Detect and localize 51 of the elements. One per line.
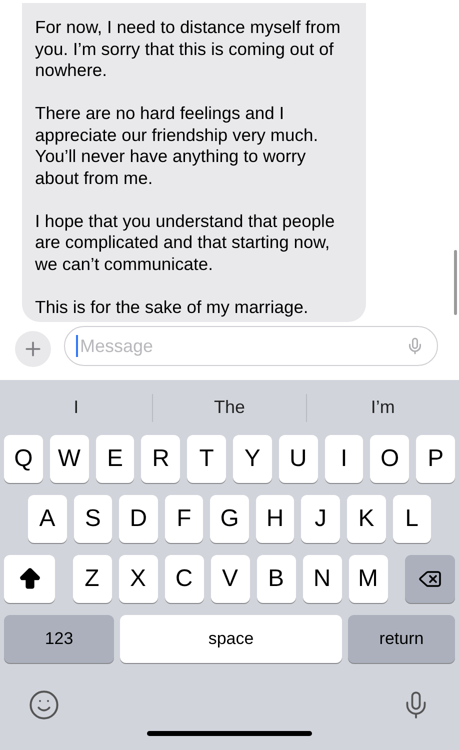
key[interactable]: F	[164, 495, 204, 543]
key[interactable]: U	[278, 435, 318, 483]
key[interactable]: B	[256, 555, 296, 603]
key[interactable]: M	[348, 555, 388, 603]
message-text: you. I’m sorry that this is coming out of	[35, 38, 335, 60]
message-text: You’ll never have anything to worry	[35, 146, 307, 168]
key[interactable]: L	[392, 495, 432, 543]
message-text: I hope that you understand that people	[35, 210, 336, 232]
message-text: are complicated and that starting now,	[35, 232, 331, 254]
key[interactable]: E	[96, 435, 134, 483]
message-text: about from me.	[35, 168, 154, 189]
scroll-indicator	[454, 250, 457, 315]
key[interactable]: C	[164, 555, 204, 603]
key[interactable]: R	[141, 435, 180, 483]
key[interactable]: X	[118, 555, 158, 603]
space-key[interactable]: space	[120, 615, 342, 663]
key[interactable]: I	[324, 435, 364, 483]
microphone-icon	[406, 337, 424, 355]
key[interactable]: Q	[4, 435, 43, 483]
message-text: There are no hard feelings and I	[35, 103, 286, 124]
add-button[interactable]	[15, 331, 51, 367]
key[interactable]: 123	[4, 615, 114, 663]
message-field[interactable]: Message	[64, 326, 438, 366]
key[interactable]: Y	[232, 435, 272, 483]
shift-key[interactable]	[4, 555, 55, 603]
emoji-icon[interactable]	[28, 689, 60, 721]
suggestion[interactable]: The	[214, 394, 245, 421]
text-cursor	[76, 335, 78, 357]
key[interactable]: return	[348, 615, 455, 663]
suggestion[interactable]: I’m	[370, 394, 395, 421]
message-text: we can’t communicate.	[35, 254, 214, 275]
key[interactable]: T	[187, 435, 226, 483]
key[interactable]: D	[119, 495, 158, 543]
key[interactable]: Z	[72, 555, 112, 603]
key[interactable]: H	[256, 495, 294, 543]
message-text: appreciate our friendship very much.	[35, 124, 320, 146]
key[interactable]: P	[416, 435, 455, 483]
key[interactable]: O	[370, 435, 410, 483]
key[interactable]: W	[50, 435, 89, 483]
message-text: nowhere.	[35, 60, 108, 82]
key[interactable]: V	[210, 555, 250, 603]
suggestion[interactable]: I	[74, 394, 79, 421]
key[interactable]: G	[210, 495, 249, 543]
key[interactable]: J	[301, 495, 340, 543]
delete-key[interactable]	[405, 555, 455, 603]
key[interactable]: N	[302, 555, 342, 603]
key[interactable]: K	[346, 495, 386, 543]
key[interactable]: S	[74, 495, 112, 543]
message-text: For now, I need to distance myself from	[35, 17, 342, 38]
key[interactable]: A	[28, 495, 67, 543]
message-text: This is for the sake of my marriage.	[35, 296, 310, 318]
